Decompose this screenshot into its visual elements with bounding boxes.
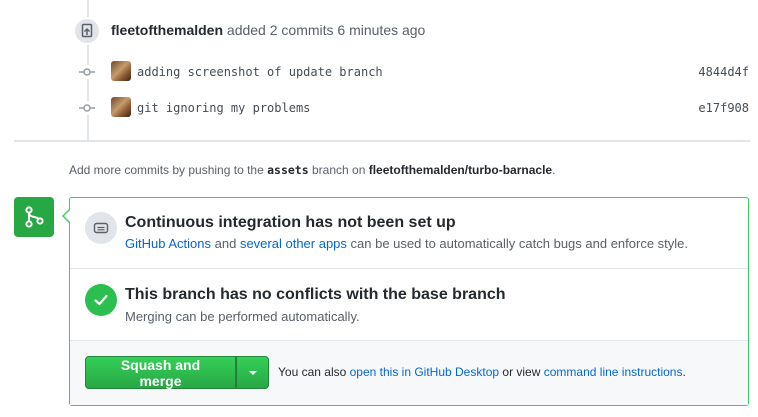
conflict-status-section: This branch has no conflicts with the ba… [70,269,748,341]
squash-and-merge-button[interactable]: Squash and merge [85,356,236,389]
check-icon [85,284,117,316]
push-hint-suffix: . [552,163,556,177]
git-commit-icon [79,65,95,79]
merge-panel: Continuous integration has not been set … [62,197,749,406]
ci-status-section: Continuous integration has not been set … [70,198,748,269]
also-suffix: . [682,365,686,379]
also-prefix: You can also [278,365,347,379]
push-hint-middle: branch on [312,163,366,177]
alternative-merge-options: You can also open this in GitHub Desktop… [278,365,686,379]
avatar[interactable] [111,61,131,81]
or-view-text: or view [502,365,541,379]
ci-title: Continuous integration has not been set … [125,214,456,231]
triangle-down-icon [248,370,257,375]
repo-name: fleetofthemalden/turbo-barnacle [368,163,553,177]
other-apps-link[interactable]: several other apps [240,236,347,251]
merge-actions-section: Squash and merge You can also open this … [70,341,748,405]
merge-button-group: Squash and merge [85,356,269,389]
commit-sha[interactable]: 4844d4f [698,65,749,79]
commit-message[interactable]: adding screenshot of update branch [137,65,383,79]
conflicts-title: This branch has no conflicts with the ba… [125,286,506,303]
git-commit-icon [79,101,95,115]
github-actions-link[interactable]: GitHub Actions [125,236,211,251]
conflicts-subtitle: Merging can be performed automatically. [125,309,360,324]
ci-rest-text: can be used to automatically catch bugs … [350,236,689,251]
timeline-divider [14,140,750,142]
merge-method-dropdown[interactable] [236,356,269,389]
branch-name: assets [267,163,309,177]
push-hint: Add more commits by pushing to the asset… [69,163,555,177]
ci-info-icon [85,212,117,244]
ci-description: GitHub Actions and several other apps ca… [125,236,688,251]
commit-sha[interactable]: e17f908 [698,101,749,115]
timeline-event: fleetofthemalden added 2 commits 6 minut… [111,22,425,38]
open-desktop-link[interactable]: open this in GitHub Desktop [350,365,499,379]
event-description: added 2 commits 6 minutes ago [226,22,426,38]
repo-push-icon [73,17,101,45]
ci-and-text: and [214,236,237,251]
avatar[interactable] [111,97,131,117]
event-author[interactable]: fleetofthemalden [111,22,223,38]
commit-row: adding screenshot of update branch 4844d… [79,60,751,84]
commit-row: git ignoring my problems e17f908 [79,96,751,120]
push-hint-prefix: Add more commits by pushing to the [69,163,264,177]
git-merge-icon [14,197,54,237]
command-line-instructions-link[interactable]: command line instructions [544,365,683,379]
commit-message[interactable]: git ignoring my problems [137,101,310,115]
